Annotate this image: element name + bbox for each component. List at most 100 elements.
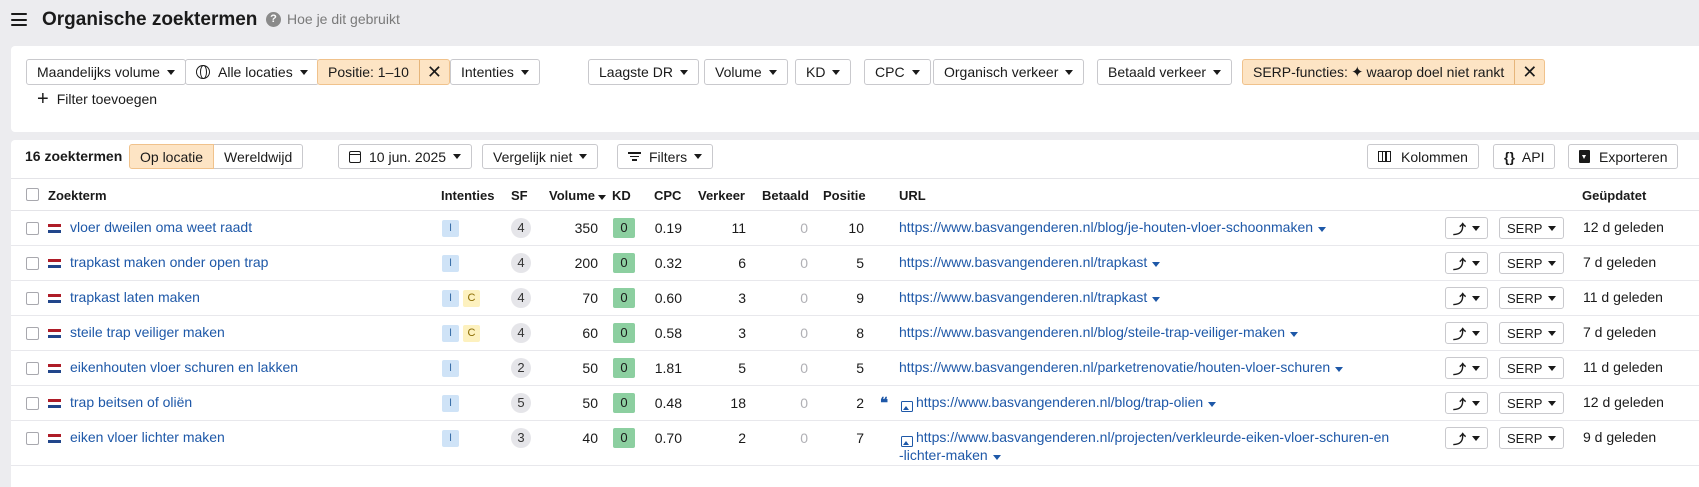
volume-dropdown[interactable]: Volume bbox=[704, 59, 788, 85]
filters-dropdown[interactable]: Filters bbox=[617, 144, 714, 169]
serp-features-count[interactable]: 4 bbox=[511, 253, 531, 273]
ranking-url[interactable]: https://www.basvangenderen.nl/blog/steil… bbox=[899, 324, 1298, 340]
col-intents[interactable]: Intenties bbox=[441, 188, 494, 203]
serp-button[interactable]: SERP bbox=[1499, 287, 1565, 309]
ranking-url[interactable]: https://www.basvangenderen.nl/blog/je-ho… bbox=[899, 219, 1327, 235]
serp-button[interactable]: SERP bbox=[1499, 392, 1565, 414]
row-checkbox[interactable] bbox=[26, 397, 39, 410]
serp-features-filter[interactable]: SERP-functies: ✦ waarop doel niet rankt … bbox=[1242, 59, 1546, 85]
compare-dropdown[interactable]: Vergelijk niet bbox=[482, 144, 599, 169]
serp-button[interactable]: SERP bbox=[1499, 217, 1565, 239]
updated-value: 12 d geleden bbox=[1583, 219, 1664, 235]
updated-value: 9 d geleden bbox=[1583, 429, 1657, 445]
serp-features-count[interactable]: 4 bbox=[511, 218, 531, 238]
help-link[interactable]: ? Hoe je dit gebruikt bbox=[266, 11, 400, 27]
api-button[interactable]: {} API bbox=[1493, 144, 1556, 169]
col-sf[interactable]: SF bbox=[511, 188, 528, 203]
keyword-link[interactable]: trapkast maken onder open trap bbox=[70, 254, 268, 270]
cpc-dropdown[interactable]: CPC bbox=[864, 59, 931, 85]
col-volume[interactable]: Volume bbox=[549, 188, 606, 203]
keyword-link[interactable]: steile trap veiliger maken bbox=[70, 324, 225, 340]
ranking-url-tail: -lichter-maken bbox=[899, 447, 988, 463]
clear-position-filter-icon[interactable]: ✕ bbox=[418, 60, 449, 84]
col-traffic[interactable]: Verkeer bbox=[698, 188, 745, 203]
col-kd[interactable]: KD bbox=[612, 188, 631, 203]
keyword-link[interactable]: trap beitsen of oliën bbox=[70, 394, 192, 410]
keyword-link[interactable]: eikenhouten vloer schuren en lakken bbox=[70, 359, 298, 375]
serp-button[interactable]: SERP bbox=[1499, 322, 1565, 344]
volume-value: 60 bbox=[582, 325, 598, 341]
serp-features-count[interactable]: 5 bbox=[511, 393, 531, 413]
locations-dropdown[interactable]: Alle locaties bbox=[185, 59, 319, 85]
worldwide-tab[interactable]: Wereldwijd bbox=[214, 144, 304, 169]
export-button[interactable]: Exporteren bbox=[1568, 144, 1679, 169]
row-checkbox[interactable] bbox=[26, 327, 39, 340]
trend-chart-button[interactable]: ⤴ bbox=[1445, 392, 1489, 414]
col-keyword[interactable]: Zoekterm bbox=[48, 188, 107, 203]
select-all-checkbox[interactable] bbox=[26, 188, 39, 201]
serp-features-count[interactable]: 4 bbox=[511, 288, 531, 308]
paid-traffic-dropdown[interactable]: Betaald verkeer bbox=[1097, 59, 1233, 85]
kd-dropdown[interactable]: KD bbox=[795, 59, 852, 85]
intent-badge: I bbox=[442, 430, 459, 447]
ranking-url[interactable]: https://www.basvangenderen.nl/parketreno… bbox=[899, 359, 1344, 375]
caret-down-icon bbox=[768, 69, 777, 75]
intents-dropdown[interactable]: Intenties bbox=[450, 59, 540, 85]
table-row: vloer dweilen oma weet raadt I 4 350 0 0.19 11… bbox=[11, 211, 1699, 246]
row-checkbox[interactable] bbox=[26, 292, 39, 305]
row-checkbox[interactable] bbox=[26, 257, 39, 270]
caret-down-icon bbox=[1208, 402, 1217, 407]
caret-down-icon bbox=[911, 69, 920, 75]
ranking-url[interactable]: https://www.basvangenderen.nl/blog/trap-… bbox=[916, 394, 1217, 410]
col-updated[interactable]: Geüpdatet bbox=[1582, 188, 1646, 203]
trend-chart-button[interactable]: ⤴ bbox=[1445, 427, 1489, 449]
serp-button[interactable]: SERP bbox=[1499, 252, 1565, 274]
cpc-value: 0.70 bbox=[654, 430, 682, 446]
ranking-url-text: https://www.basvangenderen.nl/blog/je-ho… bbox=[899, 219, 1314, 235]
serp-features-count[interactable]: 2 bbox=[511, 358, 531, 378]
trend-chart-button[interactable]: ⤴ bbox=[1445, 357, 1489, 379]
position-value: 10 bbox=[848, 220, 864, 236]
caret-down-icon bbox=[832, 69, 841, 75]
add-filter-button[interactable]: + Filter toevoegen bbox=[37, 89, 157, 109]
ranking-url[interactable]: https://www.basvangenderen.nl/trapkast bbox=[899, 289, 1161, 305]
ranking-url-continued[interactable]: -lichter-maken bbox=[899, 447, 1001, 463]
keyword-link[interactable]: trapkast laten maken bbox=[70, 289, 200, 305]
trend-chart-button[interactable]: ⤴ bbox=[1445, 287, 1489, 309]
columns-button[interactable]: Kolommen bbox=[1367, 144, 1479, 169]
menu-icon[interactable] bbox=[11, 13, 27, 26]
cpc-value: 0.58 bbox=[654, 325, 682, 341]
intent-badge: C bbox=[463, 290, 480, 307]
keyword-link[interactable]: vloer dweilen oma weet raadt bbox=[70, 219, 252, 235]
row-checkbox[interactable] bbox=[26, 432, 39, 445]
question-icon: ? bbox=[266, 11, 281, 27]
serp-features-count[interactable]: 3 bbox=[511, 428, 531, 448]
date-picker[interactable]: 10 jun. 2025 bbox=[338, 144, 473, 169]
col-url[interactable]: URL bbox=[899, 188, 926, 203]
trend-chart-button[interactable]: ⤴ bbox=[1445, 252, 1489, 274]
monthly-volume-dropdown[interactable]: Maandelijks volume bbox=[26, 59, 186, 85]
ranking-url[interactable]: https://www.basvangenderen.nl/trapkast bbox=[899, 254, 1161, 270]
serp-button[interactable]: SERP bbox=[1499, 357, 1565, 379]
caret-down-icon bbox=[1472, 435, 1481, 441]
trend-chart-button[interactable]: ⤴ bbox=[1445, 217, 1489, 239]
ranking-url[interactable]: https://www.basvangenderen.nl/projecten/… bbox=[916, 429, 1389, 445]
row-checkbox[interactable] bbox=[26, 362, 39, 375]
by-location-tab[interactable]: Op locatie bbox=[129, 144, 215, 169]
organic-traffic-dropdown[interactable]: Organisch verkeer bbox=[933, 59, 1085, 85]
row-checkbox[interactable] bbox=[26, 222, 39, 235]
traffic-value: 3 bbox=[738, 325, 746, 341]
lowest-dr-dropdown[interactable]: Laagste DR bbox=[588, 59, 699, 85]
col-position[interactable]: Positie bbox=[823, 188, 866, 203]
serp-features-label: SERP-functies: bbox=[1253, 64, 1348, 80]
col-volume-label: Volume bbox=[549, 188, 595, 203]
volume-value: 50 bbox=[582, 395, 598, 411]
clear-serp-filter-icon[interactable]: ✕ bbox=[1514, 60, 1544, 84]
serp-button[interactable]: SERP bbox=[1499, 427, 1565, 449]
col-paid[interactable]: Betaald bbox=[762, 188, 809, 203]
serp-features-count[interactable]: 4 bbox=[511, 323, 531, 343]
position-filter[interactable]: Positie: 1–10 ✕ bbox=[317, 59, 450, 85]
col-cpc[interactable]: CPC bbox=[654, 188, 681, 203]
trend-chart-button[interactable]: ⤴ bbox=[1445, 322, 1489, 344]
keyword-link[interactable]: eiken vloer lichter maken bbox=[70, 429, 225, 445]
